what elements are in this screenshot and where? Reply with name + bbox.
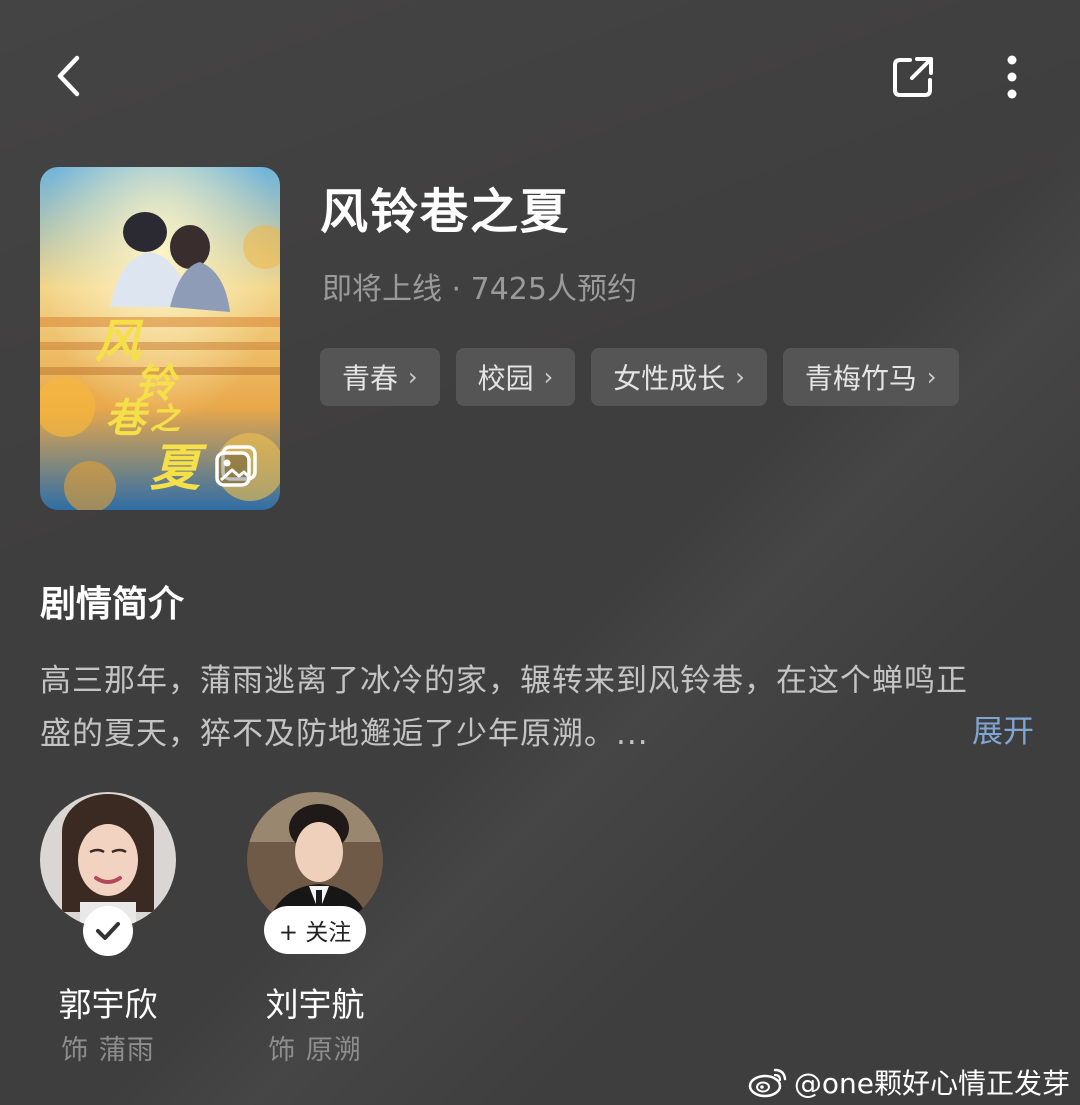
show-title: 风铃巷之夏: [320, 184, 571, 240]
more-options-button[interactable]: [982, 44, 1042, 110]
cast-role: 饰 蒲雨: [61, 1035, 155, 1066]
tag-chip[interactable]: 女性成长 ›: [591, 348, 767, 406]
tag-chip[interactable]: 青春 ›: [320, 348, 440, 406]
followed-badge[interactable]: [83, 906, 133, 956]
share-button[interactable]: [880, 44, 946, 110]
tag-chip[interactable]: 青梅竹马 ›: [782, 348, 959, 406]
svg-text:巷: 巷: [105, 395, 150, 442]
tag-label: 女性成长: [613, 362, 726, 395]
cast-role: 饰 原溯: [268, 1035, 362, 1066]
tag-label: 青梅竹马: [804, 362, 917, 395]
synopsis-text-line: 盛的夏天，猝不及防地邂逅了少年原溯。...: [40, 716, 649, 752]
watermark-text: @one颗好心情正发芽: [793, 1067, 1070, 1100]
back-button[interactable]: [38, 44, 102, 108]
cast-name: 郭宇欣: [58, 985, 158, 1024]
tag-label: 青春: [342, 362, 399, 395]
chevron-right-icon: ›: [926, 363, 937, 391]
release-status: 即将上线 · 7425人预约: [322, 272, 637, 307]
background: [0, 0, 1080, 1105]
checkmark-icon: [96, 922, 120, 940]
cast-member[interactable]: + 关注 刘宇航 饰 原溯: [240, 792, 390, 1066]
chevron-right-icon: ›: [735, 363, 745, 391]
chevron-right-icon: ›: [408, 363, 418, 391]
chevron-right-icon: ›: [543, 363, 554, 391]
cast-member[interactable]: 郭宇欣 饰 蒲雨: [33, 792, 183, 1066]
cast-name: 刘宇航: [265, 985, 365, 1024]
watermark: @one颗好心情正发芽: [748, 1062, 1070, 1102]
tag-chip[interactable]: 校园 ›: [455, 348, 576, 406]
follow-button[interactable]: + 关注: [264, 906, 366, 954]
expand-link[interactable]: 展开: [972, 706, 1034, 751]
genre-tags: 青春 › 校园 › 女性成长 › 青梅竹马 ›: [320, 348, 959, 406]
tag-label: 校园: [477, 362, 534, 395]
show-poster[interactable]: 风 铃 巷 之 夏: [40, 167, 280, 510]
chevron-left-icon: [57, 55, 80, 97]
svg-text:夏: 夏: [150, 438, 208, 497]
gallery-icon[interactable]: [214, 444, 260, 490]
more-vertical-icon: [1007, 55, 1017, 99]
synopsis-heading: 剧情简介: [40, 584, 185, 625]
weibo-logo-icon: [748, 1068, 787, 1098]
synopsis-text-line: 高三那年，蒲雨逃离了冰冷的家，辗转来到风铃巷，在这个蝉鸣正: [40, 663, 968, 699]
svg-text:之: 之: [150, 402, 182, 437]
share-external-icon: [893, 57, 933, 97]
